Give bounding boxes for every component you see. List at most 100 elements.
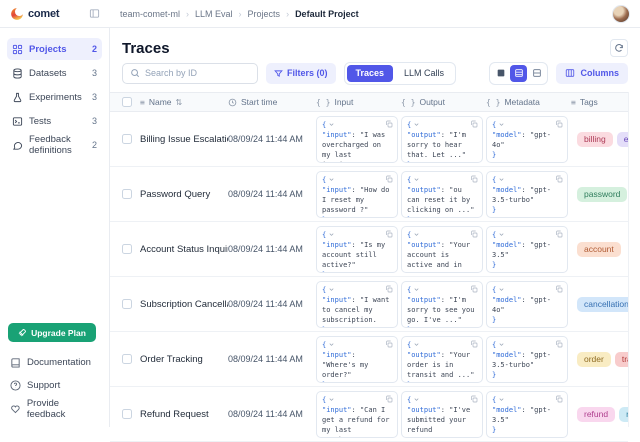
copy-icon[interactable]	[385, 285, 393, 293]
row-checkbox[interactable]	[122, 354, 132, 364]
chevron-down-icon[interactable]	[413, 341, 420, 348]
output-cell[interactable]: { "output": "Your order is in transit an…	[401, 336, 483, 383]
row-name[interactable]: Password Query	[140, 189, 228, 200]
copy-icon[interactable]	[470, 395, 478, 403]
sidebar-item-experiments[interactable]: Experiments3	[7, 86, 102, 108]
refresh-button[interactable]	[610, 39, 628, 57]
table-row[interactable]: Subscription Cancellation 08/09/24 11:44…	[110, 277, 628, 332]
output-cell[interactable]: { "output": "I'm sorry to see you go. I'…	[401, 281, 483, 328]
sort-icon[interactable]: ⇅	[176, 98, 183, 107]
column-header-tags[interactable]: ≡ Tags	[571, 97, 628, 107]
column-header-input[interactable]: { } Input	[316, 97, 401, 107]
select-all-checkbox[interactable]	[122, 97, 132, 107]
comet-logo[interactable]: comet	[10, 7, 59, 21]
chevron-down-icon[interactable]	[498, 121, 505, 128]
breadcrumb-project-group[interactable]: LLM Eval	[195, 9, 233, 19]
row-name[interactable]: Billing Issue Escalation	[140, 134, 228, 145]
filters-button[interactable]: Filters (0)	[266, 63, 336, 84]
density-default-button[interactable]	[510, 65, 527, 82]
copy-icon[interactable]	[470, 120, 478, 128]
column-header-name[interactable]: ≡ Name ⇅	[140, 97, 228, 107]
tag-billing[interactable]: billing	[577, 132, 613, 147]
tag-password[interactable]: password	[577, 187, 627, 202]
tag-cancellation[interactable]: cancellation	[577, 297, 628, 312]
copy-icon[interactable]	[385, 120, 393, 128]
row-checkbox[interactable]	[122, 244, 132, 254]
sidebar-item-provide-feedback[interactable]: Provide feedback	[8, 398, 101, 419]
copy-icon[interactable]	[555, 175, 563, 183]
user-avatar[interactable]	[612, 5, 630, 23]
sidebar-item-documentation[interactable]: Documentation	[8, 352, 101, 373]
chevron-down-icon[interactable]	[413, 121, 420, 128]
table-row[interactable]: Billing Issue Escalation 08/09/24 11:44 …	[110, 112, 628, 167]
copy-icon[interactable]	[470, 175, 478, 183]
chevron-down-icon[interactable]	[498, 396, 505, 403]
sidebar-collapse-icon[interactable]	[89, 8, 100, 19]
output-cell[interactable]: { "output": "ou can reset it by clicking…	[401, 171, 483, 218]
column-header-start-time[interactable]: Start time	[228, 97, 316, 107]
tab-traces[interactable]: Traces	[347, 65, 394, 82]
input-cell[interactable]: { "input": "Is my account still active?"…	[316, 226, 398, 273]
chevron-down-icon[interactable]	[498, 341, 505, 348]
copy-icon[interactable]	[470, 340, 478, 348]
copy-icon[interactable]	[470, 230, 478, 238]
density-compact-button[interactable]	[492, 65, 509, 82]
row-checkbox[interactable]	[122, 189, 132, 199]
copy-icon[interactable]	[385, 395, 393, 403]
column-header-metadata[interactable]: { } Metadata	[486, 97, 571, 107]
breadcrumb-workspace[interactable]: team-comet-ml	[120, 9, 180, 19]
copy-icon[interactable]	[385, 175, 393, 183]
row-name[interactable]: Refund Request	[140, 409, 228, 420]
output-cell[interactable]: { "output": "Your account is active and …	[401, 226, 483, 273]
sidebar-item-projects[interactable]: Projects2	[7, 38, 102, 60]
row-checkbox[interactable]	[122, 299, 132, 309]
input-cell[interactable]: { "input": "How do I reset my password ?…	[316, 171, 398, 218]
output-cell[interactable]: { "output": "I've submitted your refund …	[401, 391, 483, 438]
metadata-cell[interactable]: { "model": "gpt-3.5" }	[486, 226, 568, 273]
column-header-output[interactable]: { } Output	[401, 97, 486, 107]
chevron-down-icon[interactable]	[413, 231, 420, 238]
metadata-cell[interactable]: { "model": "gpt-4o" }	[486, 116, 568, 163]
sidebar-item-datasets[interactable]: Datasets3	[7, 62, 102, 84]
density-comfy-button[interactable]	[528, 65, 545, 82]
sidebar-item-tests[interactable]: Tests3	[7, 110, 102, 132]
metadata-cell[interactable]: { "model": "gpt-3.5" }	[486, 391, 568, 438]
tag-refund[interactable]: refund	[577, 407, 615, 422]
tag-account[interactable]: account	[577, 242, 621, 257]
row-name[interactable]: Order Tracking	[140, 354, 228, 365]
table-row[interactable]: Account Status Inquiry 08/09/24 11:44 AM…	[110, 222, 628, 277]
metadata-cell[interactable]: { "model": "gpt-3.5-turbo" }	[486, 171, 568, 218]
chevron-down-icon[interactable]	[328, 231, 335, 238]
tab-llm-calls[interactable]: LLM Calls	[395, 65, 453, 82]
chevron-down-icon[interactable]	[498, 231, 505, 238]
copy-icon[interactable]	[385, 230, 393, 238]
copy-icon[interactable]	[555, 395, 563, 403]
copy-icon[interactable]	[555, 285, 563, 293]
columns-button[interactable]: Columns	[556, 63, 628, 84]
row-checkbox[interactable]	[122, 134, 132, 144]
copy-icon[interactable]	[385, 340, 393, 348]
row-name[interactable]: Account Status Inquiry	[140, 244, 228, 255]
chevron-down-icon[interactable]	[498, 286, 505, 293]
input-cell[interactable]: { "input": "Where's my order?" }	[316, 336, 398, 383]
chevron-down-icon[interactable]	[413, 176, 420, 183]
chevron-down-icon[interactable]	[328, 396, 335, 403]
chevron-down-icon[interactable]	[328, 286, 335, 293]
output-cell[interactable]: { "output": "I'm sorry to hear that. Let…	[401, 116, 483, 163]
input-cell[interactable]: { "input": "I was overcharged on my last…	[316, 116, 398, 163]
search-input[interactable]	[145, 68, 250, 78]
metadata-cell[interactable]: { "model": "gpt-4o" }	[486, 281, 568, 328]
table-row[interactable]: Refund Request 08/09/24 11:44 AM { "inpu…	[110, 387, 628, 442]
breadcrumb-projects[interactable]: Projects	[248, 9, 281, 19]
sidebar-item-support[interactable]: Support	[8, 375, 101, 396]
chevron-down-icon[interactable]	[498, 176, 505, 183]
metadata-cell[interactable]: { "model": "gpt-3.5-turbo" }	[486, 336, 568, 383]
copy-icon[interactable]	[555, 340, 563, 348]
table-row[interactable]: Password Query 08/09/24 11:44 AM { "inpu…	[110, 167, 628, 222]
table-scroll-gutter[interactable]	[628, 92, 640, 427]
tag-tracking[interactable]: tracking	[615, 352, 628, 367]
tag-order[interactable]: order	[577, 352, 611, 367]
row-checkbox[interactable]	[122, 409, 132, 419]
search-box[interactable]	[122, 63, 258, 84]
chevron-down-icon[interactable]	[413, 396, 420, 403]
